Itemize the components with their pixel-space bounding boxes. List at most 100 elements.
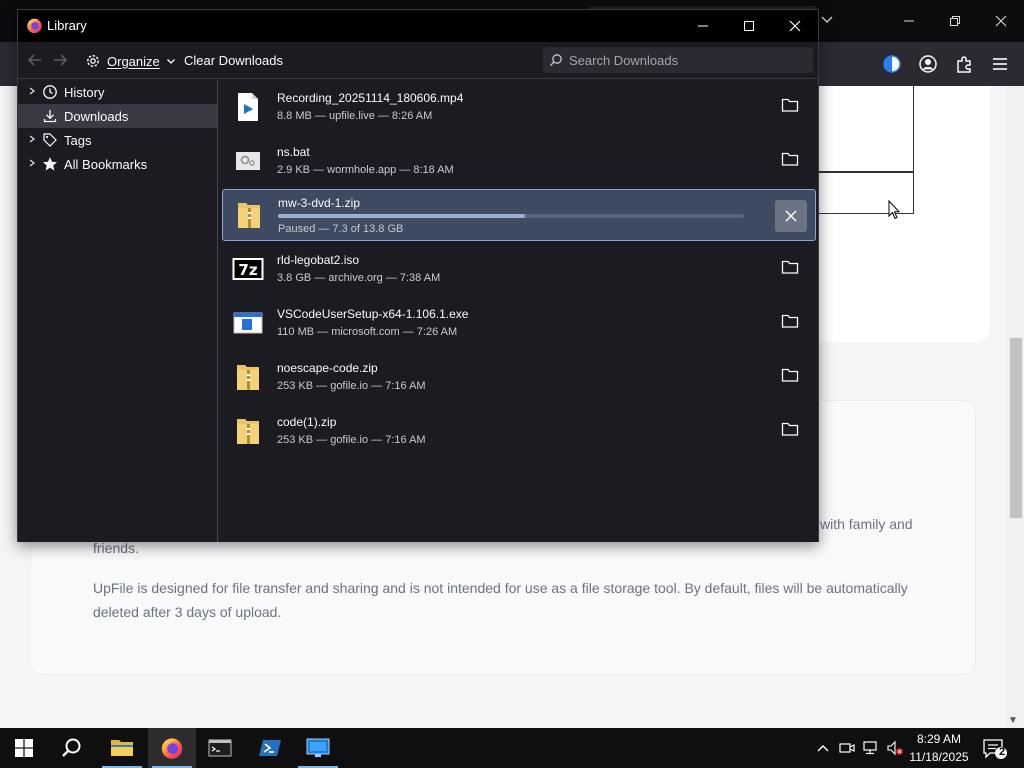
svg-text:7z: 7z bbox=[238, 261, 257, 279]
show-in-folder-icon[interactable] bbox=[781, 151, 799, 167]
download-item[interactable]: 7z rld-legobat2.iso 3.8 GB — archive.org… bbox=[219, 242, 818, 296]
downloads-list: Recording_20251114_180606.mp4 8.8 MB — u… bbox=[219, 80, 818, 542]
clear-downloads-button[interactable]: Clear Downloads bbox=[184, 53, 283, 68]
taskbar-clock[interactable]: 8:29 AM 11/18/2025 bbox=[906, 730, 972, 766]
taskbar-remote-desktop[interactable] bbox=[294, 728, 342, 768]
browser-restore-button[interactable] bbox=[932, 6, 978, 36]
volume-muted-icon[interactable] bbox=[886, 739, 904, 757]
network-icon[interactable] bbox=[862, 739, 880, 757]
search-box[interactable] bbox=[543, 47, 813, 73]
7zip-file-icon: 7z bbox=[232, 258, 264, 280]
extensions-puzzle-icon[interactable] bbox=[952, 52, 976, 76]
start-button[interactable] bbox=[0, 728, 48, 768]
folder-icon bbox=[111, 740, 133, 756]
library-maximize-button[interactable] bbox=[726, 10, 772, 42]
tab-list-chevron-icon[interactable] bbox=[820, 12, 836, 28]
download-item[interactable]: noescape-code.zip 253 KB — gofile.io — 7… bbox=[219, 350, 818, 404]
download-progress-bar bbox=[278, 214, 744, 218]
download-filename: code(1).zip bbox=[277, 415, 337, 429]
download-filename: VSCodeUserSetup-x64-1.106.1.exe bbox=[277, 307, 469, 321]
forward-arrow-icon[interactable] bbox=[51, 51, 71, 69]
download-status: 3.8 GB — archive.org — 7:38 AM bbox=[277, 272, 441, 284]
library-minimize-button[interactable] bbox=[680, 10, 726, 42]
sidebar-item-label: History bbox=[64, 84, 105, 100]
download-status: 253 KB — gofile.io — 7:16 AM bbox=[277, 380, 426, 392]
download-item[interactable]: VSCodeUserSetup-x64-1.106.1.exe 110 MB —… bbox=[219, 296, 818, 350]
zip-file-icon bbox=[237, 365, 259, 390]
download-arrow-icon bbox=[42, 108, 58, 124]
download-item[interactable]: code(1).zip 253 KB — gofile.io — 7:16 AM bbox=[219, 404, 818, 458]
web-text-fragment: with family and bbox=[820, 516, 913, 532]
download-progress-fill bbox=[278, 214, 525, 218]
organize-menu-button[interactable]: Organize bbox=[85, 50, 176, 72]
account-icon[interactable] bbox=[916, 52, 940, 76]
download-filename: Recording_20251114_180606.mp4 bbox=[277, 91, 464, 105]
exe-file-icon bbox=[233, 312, 263, 334]
contrast-extension-icon[interactable] bbox=[880, 52, 904, 76]
close-icon bbox=[785, 210, 797, 222]
expand-chevron-icon[interactable] bbox=[24, 87, 40, 97]
download-filename: rld-legobat2.iso bbox=[277, 253, 360, 267]
meet-now-icon[interactable] bbox=[838, 739, 856, 757]
gear-icon bbox=[87, 55, 99, 67]
taskbar-file-explorer[interactable] bbox=[98, 728, 146, 768]
download-item[interactable]: ns.bat 2.9 KB — wormhole.app — 8:18 AM bbox=[219, 134, 818, 188]
sidebar-item-tags[interactable]: Tags bbox=[18, 128, 217, 152]
terminal-icon bbox=[208, 739, 232, 757]
expand-chevron-icon[interactable] bbox=[24, 135, 40, 145]
download-status: Paused — 7.3 of 13.8 GB bbox=[278, 223, 404, 235]
show-in-folder-icon[interactable] bbox=[781, 421, 799, 437]
library-close-button[interactable] bbox=[772, 10, 818, 42]
mouse-cursor-icon bbox=[888, 200, 900, 220]
search-icon bbox=[62, 738, 81, 757]
window-title: Library bbox=[47, 18, 87, 33]
download-item[interactable]: Recording_20251114_180606.mp4 8.8 MB — u… bbox=[219, 80, 818, 134]
browser-close-button[interactable] bbox=[978, 6, 1024, 36]
sidebar-item-label: Downloads bbox=[64, 108, 129, 124]
search-downloads-input[interactable] bbox=[563, 48, 813, 72]
cancel-download-button[interactable] bbox=[775, 200, 807, 232]
firefox-icon bbox=[161, 738, 183, 759]
sidebar-item-all-bookmarks[interactable]: All Bookmarks bbox=[18, 152, 217, 176]
search-button[interactable] bbox=[48, 728, 96, 768]
show-in-folder-icon[interactable] bbox=[781, 313, 799, 329]
tray-overflow-chevron-icon[interactable] bbox=[814, 739, 832, 757]
taskbar-firefox[interactable] bbox=[148, 728, 196, 768]
show-in-folder-icon[interactable] bbox=[781, 259, 799, 275]
powershell-icon bbox=[259, 740, 281, 756]
zip-file-icon bbox=[237, 419, 259, 444]
browser-minimize-button[interactable] bbox=[886, 6, 932, 36]
sidebar-item-downloads[interactable]: Downloads bbox=[18, 104, 217, 128]
notification-center-button[interactable]: 2 bbox=[982, 737, 1008, 761]
app-menu-icon[interactable] bbox=[988, 52, 1012, 76]
batch-file-icon bbox=[236, 152, 260, 170]
windows-logo-icon bbox=[15, 739, 33, 757]
show-in-folder-icon[interactable] bbox=[781, 367, 799, 383]
download-filename: ns.bat bbox=[277, 145, 310, 159]
scroll-down-arrow-icon[interactable]: ▼ bbox=[1008, 715, 1018, 726]
sidebar-item-history[interactable]: History bbox=[18, 80, 217, 104]
search-icon bbox=[550, 54, 562, 66]
expand-chevron-icon[interactable] bbox=[24, 159, 40, 169]
sidebar-item-label: Tags bbox=[64, 132, 92, 148]
library-sidebar: History Downloads Tags All Bookmarks bbox=[18, 80, 218, 542]
taskbar-terminal[interactable] bbox=[196, 728, 244, 768]
show-in-folder-icon[interactable] bbox=[781, 97, 799, 113]
notification-count: 2 bbox=[998, 746, 1006, 758]
download-status: 253 KB — gofile.io — 7:16 AM bbox=[277, 434, 426, 446]
chevron-down-icon bbox=[166, 59, 175, 64]
clock-date: 11/18/2025 bbox=[909, 750, 969, 764]
sidebar-item-label: All Bookmarks bbox=[64, 156, 148, 172]
firefox-logo-icon bbox=[27, 18, 42, 34]
scrollbar-thumb[interactable] bbox=[1010, 338, 1022, 518]
back-arrow-icon[interactable] bbox=[26, 51, 46, 69]
web-paragraph: UpFile is designed for file transfer and… bbox=[93, 580, 908, 620]
download-status: 2.9 KB — wormhole.app — 8:18 AM bbox=[277, 164, 454, 176]
library-titlebar: Library bbox=[18, 10, 818, 42]
taskbar-powershell[interactable] bbox=[246, 728, 294, 768]
page-scrollbar[interactable]: ▼ bbox=[1006, 86, 1024, 728]
download-item-active[interactable]: mw-3-dvd-1.zip Paused — 7.3 of 13.8 GB bbox=[222, 189, 816, 241]
organize-label: Organize bbox=[107, 53, 160, 69]
download-status: 110 MB — microsoft.com — 7:26 AM bbox=[277, 326, 458, 338]
star-icon bbox=[42, 156, 58, 172]
